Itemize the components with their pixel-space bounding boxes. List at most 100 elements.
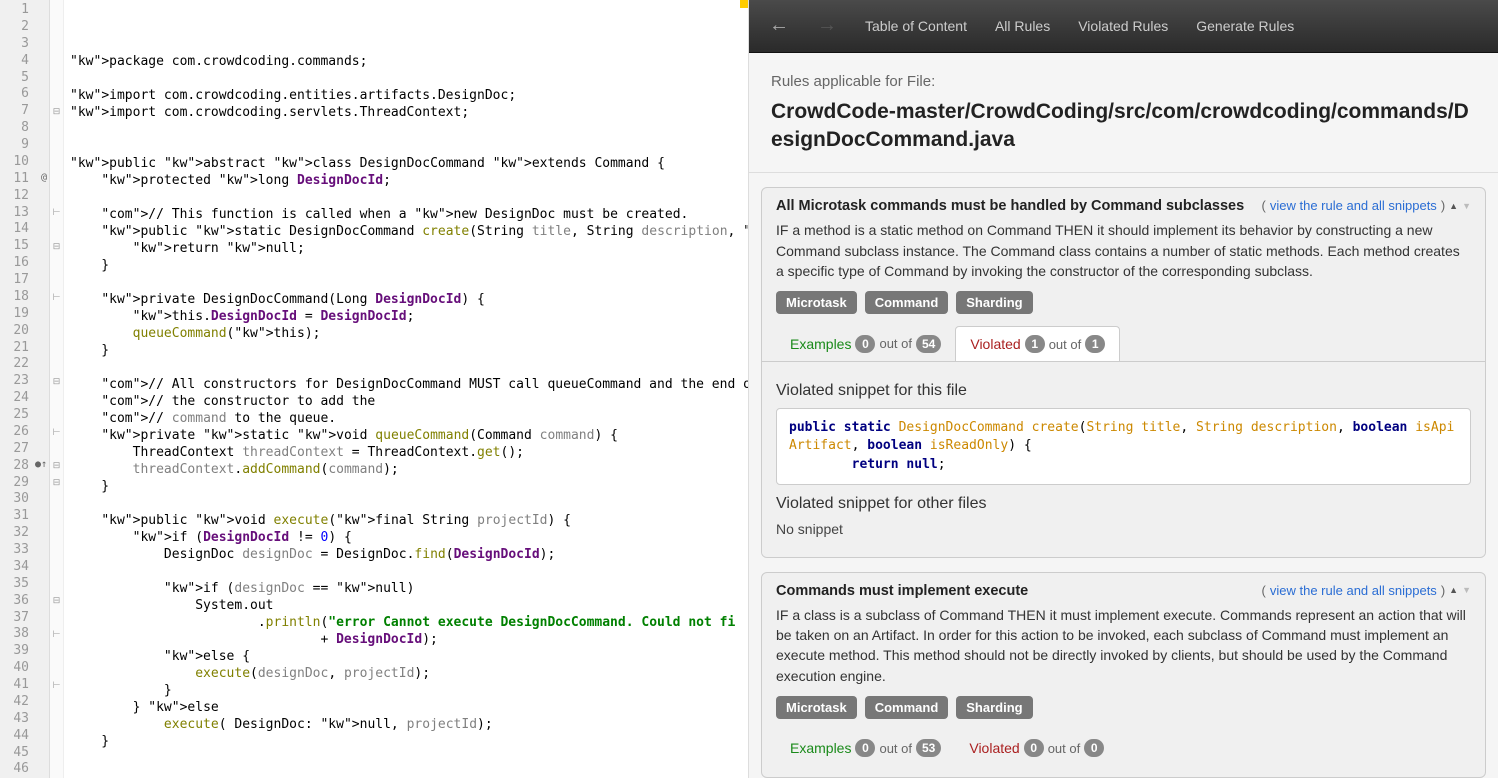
warning-marker[interactable]: [740, 0, 748, 8]
code-line[interactable]: } "kw">else: [70, 699, 748, 716]
fold-mark[interactable]: [50, 609, 63, 626]
fold-mark[interactable]: ⊢: [50, 626, 63, 643]
view-rule-link[interactable]: view the rule and all snippets: [1270, 198, 1437, 213]
fold-mark[interactable]: [50, 356, 63, 373]
fold-mark[interactable]: [50, 154, 63, 171]
fold-mark[interactable]: ⊟: [50, 457, 63, 474]
nav-table-of-content[interactable]: Table of Content: [865, 18, 967, 34]
fold-mark[interactable]: [50, 542, 63, 559]
code-line[interactable]: execute(designDoc, projectId);: [70, 665, 748, 682]
code-line[interactable]: threadContext.addCommand(command);: [70, 461, 748, 478]
caret-down-icon[interactable]: ▼: [1462, 201, 1471, 211]
fold-mark[interactable]: [50, 407, 63, 424]
code-line[interactable]: }: [70, 682, 748, 699]
fold-mark[interactable]: ⊟: [50, 592, 63, 609]
code-line[interactable]: "kw">protected "kw">long DesignDocId;: [70, 172, 748, 189]
caret-down-icon[interactable]: ▼: [1462, 585, 1471, 595]
tag[interactable]: Microtask: [776, 696, 857, 719]
fold-mark[interactable]: [50, 322, 63, 339]
fold-mark[interactable]: [50, 576, 63, 593]
code-line[interactable]: }: [70, 733, 748, 750]
fold-mark[interactable]: [50, 491, 63, 508]
back-icon[interactable]: ←: [769, 14, 789, 37]
fold-mark[interactable]: ⊢: [50, 289, 63, 306]
tab-violated[interactable]: Violated0out of0: [955, 731, 1118, 765]
fold-mark[interactable]: [50, 643, 63, 660]
code-line[interactable]: [70, 359, 748, 376]
fold-mark[interactable]: ⊢: [50, 424, 63, 441]
tag[interactable]: Command: [865, 696, 949, 719]
code-line[interactable]: [70, 563, 748, 580]
fold-mark[interactable]: [50, 306, 63, 323]
fold-mark[interactable]: [50, 120, 63, 137]
nav-generate-rules[interactable]: Generate Rules: [1196, 18, 1294, 34]
code-line[interactable]: [70, 274, 748, 291]
code-line[interactable]: "kw">public "kw">abstract "kw">class Des…: [70, 155, 748, 172]
fold-mark[interactable]: [50, 761, 63, 778]
code-line[interactable]: "kw">return "kw">null;: [70, 240, 748, 257]
fold-mark[interactable]: [50, 86, 63, 103]
code-line[interactable]: [70, 70, 748, 87]
fold-mark[interactable]: [50, 339, 63, 356]
fold-mark[interactable]: [50, 52, 63, 69]
tab-examples[interactable]: Examples0out of54: [776, 326, 955, 361]
fold-mark[interactable]: ⊢: [50, 204, 63, 221]
tag[interactable]: Microtask: [776, 291, 857, 314]
nav-violated-rules[interactable]: Violated Rules: [1078, 18, 1168, 34]
fold-mark[interactable]: ⊟: [50, 474, 63, 491]
code-line[interactable]: DesignDoc designDoc = DesignDoc.find(Des…: [70, 546, 748, 563]
code-line[interactable]: }: [70, 342, 748, 359]
code-line[interactable]: [70, 495, 748, 512]
code-line[interactable]: execute( DesignDoc: "kw">null, projectId…: [70, 716, 748, 733]
tag[interactable]: Command: [865, 291, 949, 314]
code-line[interactable]: .println("error Cannot execute DesignDoc…: [70, 614, 748, 631]
code-line[interactable]: System.out: [70, 597, 748, 614]
tab-violated[interactable]: Violated1out of1: [955, 326, 1120, 361]
code-line[interactable]: [70, 189, 748, 206]
code-line[interactable]: ThreadContext threadContext = ThreadCont…: [70, 444, 748, 461]
code-line[interactable]: [70, 767, 748, 778]
fold-mark[interactable]: [50, 711, 63, 728]
code-line[interactable]: "kw">import com.crowdcoding.servlets.Thr…: [70, 104, 748, 121]
code-area[interactable]: "kw">package com.crowdcoding.commands; "k…: [64, 0, 748, 778]
fold-mark[interactable]: ⊟: [50, 373, 63, 390]
fold-mark[interactable]: [50, 36, 63, 53]
code-line[interactable]: [70, 750, 748, 767]
view-rule-link[interactable]: view the rule and all snippets: [1270, 583, 1437, 598]
code-line[interactable]: "com">// This function is called when a …: [70, 206, 748, 223]
fold-mark[interactable]: ⊟: [50, 238, 63, 255]
fold-mark[interactable]: [50, 19, 63, 36]
caret-up-icon[interactable]: ▲: [1449, 585, 1458, 595]
code-line[interactable]: "kw">import com.crowdcoding.entities.art…: [70, 87, 748, 104]
code-line[interactable]: }: [70, 257, 748, 274]
fold-mark[interactable]: [50, 525, 63, 542]
fold-mark[interactable]: [50, 660, 63, 677]
fold-mark[interactable]: [50, 170, 63, 187]
fold-mark[interactable]: [50, 728, 63, 745]
fold-mark[interactable]: [50, 694, 63, 711]
fold-mark[interactable]: ⊟: [50, 103, 63, 120]
code-line[interactable]: "kw">this.DesignDocId = DesignDocId;: [70, 308, 748, 325]
code-line[interactable]: "kw">private DesignDocCommand(Long Desig…: [70, 291, 748, 308]
fold-mark[interactable]: [50, 272, 63, 289]
code-line[interactable]: + DesignDocId);: [70, 631, 748, 648]
fold-mark[interactable]: [50, 221, 63, 238]
tag[interactable]: Sharding: [956, 696, 1032, 719]
fold-mark[interactable]: [50, 187, 63, 204]
fold-mark[interactable]: [50, 137, 63, 154]
code-line[interactable]: "kw">if (DesignDocId != 0) {: [70, 529, 748, 546]
fold-mark[interactable]: [50, 559, 63, 576]
fold-mark[interactable]: [50, 508, 63, 525]
code-line[interactable]: queueCommand("kw">this);: [70, 325, 748, 342]
code-line[interactable]: "kw">public "kw">static DesignDocCommand…: [70, 223, 748, 240]
fold-mark[interactable]: [50, 69, 63, 86]
code-line[interactable]: "kw">if (designDoc == "kw">null): [70, 580, 748, 597]
code-line[interactable]: "kw">private "kw">static "kw">void queue…: [70, 427, 748, 444]
code-line[interactable]: [70, 138, 748, 155]
code-line[interactable]: }: [70, 478, 748, 495]
code-line[interactable]: "com">// the constructor to add the: [70, 393, 748, 410]
fold-mark[interactable]: [50, 744, 63, 761]
tag[interactable]: Sharding: [956, 291, 1032, 314]
code-line[interactable]: [70, 121, 748, 138]
code-line[interactable]: "kw">package com.crowdcoding.commands;: [70, 53, 748, 70]
